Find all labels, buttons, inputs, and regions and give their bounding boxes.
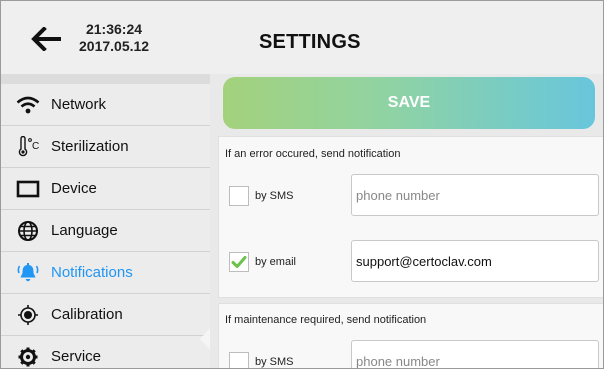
clock-date: 2017.05.12: [79, 38, 150, 54]
page-title: SETTINGS: [259, 31, 361, 53]
maintenance-sms-checkbox[interactable]: [229, 352, 249, 368]
bell-icon: [15, 262, 41, 284]
sidebar-item-sterilization[interactable]: C Sterilization: [1, 126, 210, 168]
wifi-icon: [15, 94, 41, 116]
app-window: 21:36:24 2017.05.12 SETTINGS Network C S…: [0, 0, 604, 369]
error-phone-input[interactable]: [351, 174, 599, 216]
maintenance-sms-label: by SMS: [255, 356, 294, 368]
settings-sidebar: Network C Sterilization Device Language …: [1, 74, 211, 368]
sidebar-item-label: Network: [51, 96, 107, 113]
sidebar-item-notifications[interactable]: Notifications: [1, 252, 210, 294]
sidebar-item-label: Sterilization: [51, 138, 129, 155]
clock-time: 21:36:24: [85, 21, 143, 37]
clock: 21:36:24 2017.05.12: [79, 21, 149, 55]
sidebar-item-label: Device: [51, 180, 97, 197]
gear-icon: [15, 346, 41, 368]
sidebar-item-label: Service: [51, 348, 102, 365]
error-email-checkbox[interactable]: [229, 252, 249, 272]
sidebar-item-calibration[interactable]: Calibration: [1, 294, 210, 336]
maintenance-notification-section: If maintenance required, send notificati…: [218, 303, 603, 368]
target-icon: [15, 304, 41, 326]
sidebar-item-network[interactable]: Network: [1, 84, 210, 126]
back-arrow-icon[interactable]: [31, 26, 63, 52]
device-icon: [15, 178, 41, 200]
header-bar: 21:36:24 2017.05.12 SETTINGS: [1, 1, 603, 74]
error-email-label: by email: [255, 256, 296, 268]
sidebar-item-label: Language: [51, 222, 118, 239]
error-section-title: If an error occured, send notification: [225, 148, 401, 160]
thermometer-icon: C: [15, 135, 41, 158]
sidebar-item-label: Notifications: [51, 264, 133, 281]
error-sms-label: by SMS: [255, 190, 294, 202]
error-sms-checkbox[interactable]: [229, 186, 249, 206]
globe-icon: [15, 220, 41, 242]
error-notification-section: If an error occured, send notification b…: [218, 136, 603, 298]
save-button[interactable]: SAVE: [223, 77, 595, 129]
notifications-panel: SAVE If an error occured, send notificat…: [210, 74, 603, 368]
sidebar-item-device[interactable]: Device: [1, 168, 210, 210]
error-email-input[interactable]: [351, 240, 599, 282]
maintenance-phone-input[interactable]: [351, 340, 599, 368]
sidebar-item-service[interactable]: Service: [1, 336, 210, 368]
maintenance-section-title: If maintenance required, send notificati…: [225, 314, 427, 326]
sidebar-item-label: Calibration: [51, 306, 123, 323]
checkmark-icon: [231, 256, 247, 268]
sidebar-item-language[interactable]: Language: [1, 210, 210, 252]
svg-text:C: C: [32, 141, 39, 152]
